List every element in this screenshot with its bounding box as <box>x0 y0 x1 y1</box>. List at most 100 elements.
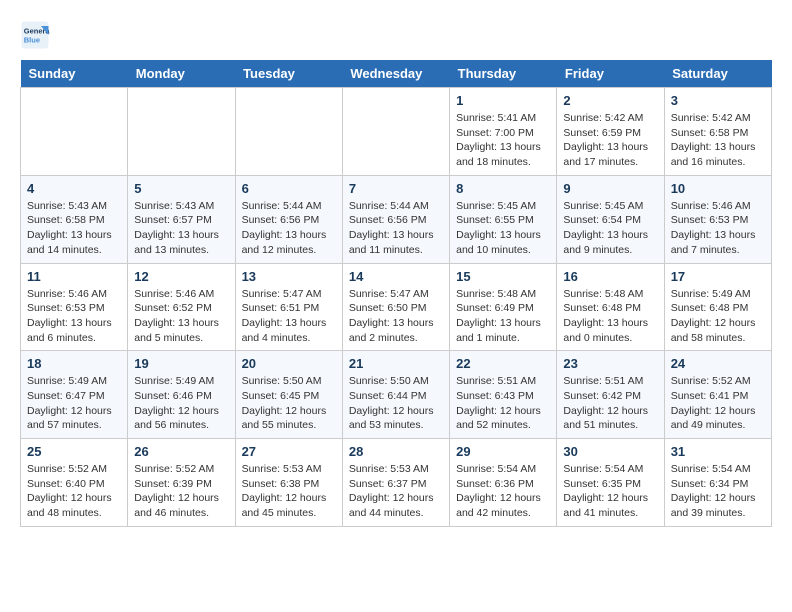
cell-date-number: 10 <box>671 181 765 196</box>
weekday-header: Monday <box>128 60 235 88</box>
cell-daylight-info: Sunrise: 5:42 AM Sunset: 6:59 PM Dayligh… <box>563 111 657 170</box>
cell-daylight-info: Sunrise: 5:43 AM Sunset: 6:58 PM Dayligh… <box>27 199 121 258</box>
cell-date-number: 2 <box>563 93 657 108</box>
calendar-cell: 19Sunrise: 5:49 AM Sunset: 6:46 PM Dayli… <box>128 351 235 439</box>
weekday-header: Wednesday <box>342 60 449 88</box>
cell-daylight-info: Sunrise: 5:47 AM Sunset: 6:50 PM Dayligh… <box>349 287 443 346</box>
cell-daylight-info: Sunrise: 5:51 AM Sunset: 6:43 PM Dayligh… <box>456 374 550 433</box>
calendar-cell: 13 Sunrise: 5:47 AM Sunset: 6:51 PM Dayli… <box>235 263 342 351</box>
cell-daylight-info: Sunrise: 5:50 AM Sunset: 6:44 PM Dayligh… <box>349 374 443 433</box>
calendar-cell: 11 Sunrise: 5:46 AM Sunset: 6:53 PM Dayli… <box>21 263 128 351</box>
weekday-header: Saturday <box>664 60 771 88</box>
cell-daylight-info: Sunrise: 5:46 AM Sunset: 6:53 PM Dayligh… <box>27 287 121 346</box>
cell-date-number: 29 <box>456 444 550 459</box>
cell-date-number: 5 <box>134 181 228 196</box>
calendar-cell: 4 Sunrise: 5:43 AM Sunset: 6:58 PM Daylig… <box>21 175 128 263</box>
cell-daylight-info: Sunrise: 5:52 AM Sunset: 6:40 PM Dayligh… <box>27 462 121 521</box>
calendar-week-row: 4 Sunrise: 5:43 AM Sunset: 6:58 PM Daylig… <box>21 175 772 263</box>
calendar-cell: 14Sunrise: 5:47 AM Sunset: 6:50 PM Dayli… <box>342 263 449 351</box>
calendar-cell: 2 Sunrise: 5:42 AM Sunset: 6:59 PM Daylig… <box>557 88 664 176</box>
calendar-cell: 10 Sunrise: 5:46 AM Sunset: 6:53 PM Dayli… <box>664 175 771 263</box>
cell-date-number: 24 <box>671 356 765 371</box>
cell-date-number: 18 <box>27 356 121 371</box>
calendar-cell: 12 Sunrise: 5:46 AM Sunset: 6:52 PM Dayli… <box>128 263 235 351</box>
cell-date-number: 17 <box>671 269 765 284</box>
calendar-cell: 22 Sunrise: 5:51 AM Sunset: 6:43 PM Dayli… <box>450 351 557 439</box>
weekday-header-row: SundayMondayTuesdayWednesdayThursdayFrid… <box>21 60 772 88</box>
cell-daylight-info: Sunrise: 5:53 AM Sunset: 6:38 PM Dayligh… <box>242 462 336 521</box>
cell-date-number: 3 <box>671 93 765 108</box>
cell-daylight-info: Sunrise: 5:46 AM Sunset: 6:53 PM Dayligh… <box>671 199 765 258</box>
cell-date-number: 1 <box>456 93 550 108</box>
calendar-cell: 29 Sunrise: 5:54 AM Sunset: 6:36 PM Dayli… <box>450 439 557 527</box>
calendar-cell: 25 Sunrise: 5:52 AM Sunset: 6:40 PM Dayli… <box>21 439 128 527</box>
cell-date-number: 7 <box>349 181 443 196</box>
calendar-cell: 21 Sunrise: 5:50 AM Sunset: 6:44 PM Dayli… <box>342 351 449 439</box>
cell-date-number: 16 <box>563 269 657 284</box>
cell-daylight-info: Sunrise: 5:49 AM Sunset: 6:48 PM Dayligh… <box>671 287 765 346</box>
header: General Blue <box>20 20 772 50</box>
calendar-week-row: 18 Sunrise: 5:49 AM Sunset: 6:47 PM Dayli… <box>21 351 772 439</box>
cell-date-number: 22 <box>456 356 550 371</box>
weekday-header: Sunday <box>21 60 128 88</box>
cell-daylight-info: Sunrise: 5:48 AM Sunset: 6:49 PM Dayligh… <box>456 287 550 346</box>
calendar-cell: 23 Sunrise: 5:51 AM Sunset: 6:42 PM Dayli… <box>557 351 664 439</box>
cell-date-number: 20 <box>242 356 336 371</box>
calendar-cell: 5Sunrise: 5:43 AM Sunset: 6:57 PM Daylig… <box>128 175 235 263</box>
cell-daylight-info: Sunrise: 5:45 AM Sunset: 6:54 PM Dayligh… <box>563 199 657 258</box>
cell-daylight-info: Sunrise: 5:42 AM Sunset: 6:58 PM Dayligh… <box>671 111 765 170</box>
calendar-cell: 17 Sunrise: 5:49 AM Sunset: 6:48 PM Dayli… <box>664 263 771 351</box>
calendar-cell <box>235 88 342 176</box>
calendar-week-row: 25 Sunrise: 5:52 AM Sunset: 6:40 PM Dayli… <box>21 439 772 527</box>
cell-date-number: 31 <box>671 444 765 459</box>
calendar-table: SundayMondayTuesdayWednesdayThursdayFrid… <box>20 60 772 527</box>
calendar-cell: 6Sunrise: 5:44 AM Sunset: 6:56 PM Daylig… <box>235 175 342 263</box>
cell-daylight-info: Sunrise: 5:54 AM Sunset: 6:35 PM Dayligh… <box>563 462 657 521</box>
weekday-header: Friday <box>557 60 664 88</box>
calendar-cell: 1 Sunrise: 5:41 AM Sunset: 7:00 PM Daylig… <box>450 88 557 176</box>
calendar-cell <box>342 88 449 176</box>
cell-date-number: 8 <box>456 181 550 196</box>
cell-date-number: 30 <box>563 444 657 459</box>
cell-date-number: 9 <box>563 181 657 196</box>
cell-daylight-info: Sunrise: 5:54 AM Sunset: 6:36 PM Dayligh… <box>456 462 550 521</box>
cell-date-number: 13 <box>242 269 336 284</box>
calendar-cell <box>21 88 128 176</box>
cell-daylight-info: Sunrise: 5:49 AM Sunset: 6:47 PM Dayligh… <box>27 374 121 433</box>
calendar-week-row: 1 Sunrise: 5:41 AM Sunset: 7:00 PM Daylig… <box>21 88 772 176</box>
calendar-cell: 8Sunrise: 5:45 AM Sunset: 6:55 PM Daylig… <box>450 175 557 263</box>
weekday-header: Tuesday <box>235 60 342 88</box>
calendar-cell: 27Sunrise: 5:53 AM Sunset: 6:38 PM Dayli… <box>235 439 342 527</box>
calendar-cell: 15 Sunrise: 5:48 AM Sunset: 6:49 PM Dayli… <box>450 263 557 351</box>
cell-date-number: 23 <box>563 356 657 371</box>
cell-date-number: 12 <box>134 269 228 284</box>
calendar-cell: 28 Sunrise: 5:53 AM Sunset: 6:37 PM Dayli… <box>342 439 449 527</box>
calendar-cell: 18 Sunrise: 5:49 AM Sunset: 6:47 PM Dayli… <box>21 351 128 439</box>
weekday-header: Thursday <box>450 60 557 88</box>
cell-daylight-info: Sunrise: 5:50 AM Sunset: 6:45 PM Dayligh… <box>242 374 336 433</box>
calendar-cell: 16 Sunrise: 5:48 AM Sunset: 6:48 PM Dayli… <box>557 263 664 351</box>
cell-daylight-info: Sunrise: 5:54 AM Sunset: 6:34 PM Dayligh… <box>671 462 765 521</box>
cell-date-number: 25 <box>27 444 121 459</box>
cell-daylight-info: Sunrise: 5:46 AM Sunset: 6:52 PM Dayligh… <box>134 287 228 346</box>
calendar-cell: 9 Sunrise: 5:45 AM Sunset: 6:54 PM Daylig… <box>557 175 664 263</box>
cell-date-number: 11 <box>27 269 121 284</box>
cell-date-number: 4 <box>27 181 121 196</box>
calendar-cell: 30 Sunrise: 5:54 AM Sunset: 6:35 PM Dayli… <box>557 439 664 527</box>
cell-date-number: 6 <box>242 181 336 196</box>
svg-text:Blue: Blue <box>24 36 40 45</box>
calendar-cell: 20 Sunrise: 5:50 AM Sunset: 6:45 PM Dayli… <box>235 351 342 439</box>
cell-date-number: 15 <box>456 269 550 284</box>
calendar-cell: 26Sunrise: 5:52 AM Sunset: 6:39 PM Dayli… <box>128 439 235 527</box>
cell-daylight-info: Sunrise: 5:47 AM Sunset: 6:51 PM Dayligh… <box>242 287 336 346</box>
cell-daylight-info: Sunrise: 5:41 AM Sunset: 7:00 PM Dayligh… <box>456 111 550 170</box>
calendar-cell: 24Sunrise: 5:52 AM Sunset: 6:41 PM Dayli… <box>664 351 771 439</box>
cell-daylight-info: Sunrise: 5:51 AM Sunset: 6:42 PM Dayligh… <box>563 374 657 433</box>
cell-daylight-info: Sunrise: 5:48 AM Sunset: 6:48 PM Dayligh… <box>563 287 657 346</box>
cell-daylight-info: Sunrise: 5:49 AM Sunset: 6:46 PM Dayligh… <box>134 374 228 433</box>
cell-date-number: 21 <box>349 356 443 371</box>
calendar-week-row: 11 Sunrise: 5:46 AM Sunset: 6:53 PM Dayli… <box>21 263 772 351</box>
cell-daylight-info: Sunrise: 5:52 AM Sunset: 6:39 PM Dayligh… <box>134 462 228 521</box>
cell-date-number: 28 <box>349 444 443 459</box>
cell-daylight-info: Sunrise: 5:53 AM Sunset: 6:37 PM Dayligh… <box>349 462 443 521</box>
